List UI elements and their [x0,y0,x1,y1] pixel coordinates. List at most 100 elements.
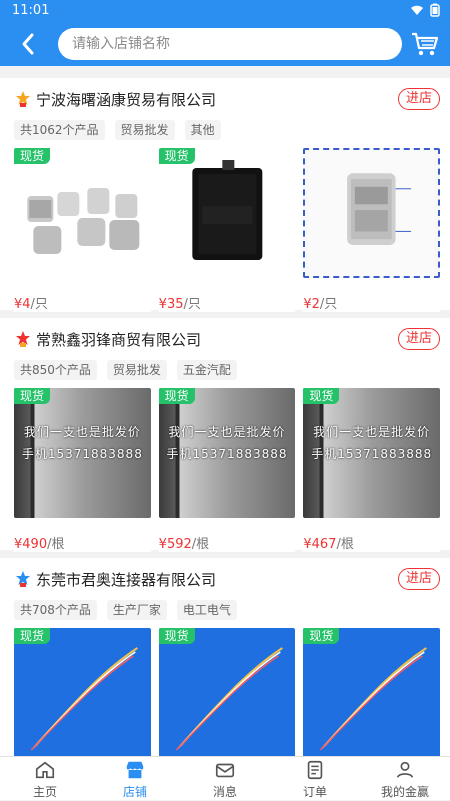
shop-name: 东莞市君奥连接器有限公司 [36,571,217,589]
in-stock-badge: 现货 [303,388,340,404]
status-time: 11:01 [12,3,50,18]
product-card[interactable]: 现货 我们一支也是批发价 手机15371883888 ¥490/根 [14,388,151,552]
product-card[interactable]: 现货 ¥4/只 [14,148,151,312]
shop-card[interactable]: 常熟鑫羽锋商贸有限公司 进店 共850个产品 贸易批发 五金汽配 现货 我们一支… [0,318,450,552]
ad-phone-line: 手机15371883888 [311,447,433,461]
product-price: ¥35/只 [159,293,201,312]
price-unit: /只 [319,297,338,312]
nav-item-messages[interactable]: 消息 [185,757,265,801]
enter-shop-button[interactable]: 进店 [398,88,440,110]
product-card[interactable]: 现货 [303,628,441,756]
nav-label: 订单 [302,785,327,799]
shop-card[interactable]: 宁波海曙涵康贸易有限公司 进店 共1062个产品 贸易批发 其他 现货 ¥4/只… [0,78,450,312]
wire-connector-image [17,628,148,756]
in-stock-badge: 现货 [158,628,195,644]
product-image: 现货 [14,148,151,278]
product-card[interactable]: 现货 [14,628,151,756]
status-bar: 11:01 [0,0,450,22]
wifi-icon [411,5,423,15]
cart-icon[interactable] [410,30,440,58]
order-icon [307,760,323,780]
product-image: 现货 我们一支也是批发价 手机15371883888 [158,388,296,518]
product-row: 现货 ¥4/只 现货 ¥35/只 ¥2/只 [14,148,441,312]
category-tag: 其他 [184,120,221,140]
price-value: ¥467 [303,537,337,552]
search-input[interactable]: 请输入店铺名称 [58,28,402,60]
business-type-tag: 贸易批发 [114,120,175,140]
product-price: ¥490/根 [14,533,64,552]
product-image: 现货 [158,148,296,278]
status-icons [410,3,440,17]
ad-text-line: 我们一支也是批发价 [168,425,286,439]
shop-list: 宁波海曙涵康贸易有限公司 进店 共1062个产品 贸易批发 其他 现货 ¥4/只… [0,66,450,756]
price-unit: /根 [191,537,210,552]
category-tag: 电工电气 [176,600,237,620]
in-stock-badge: 现货 [14,628,51,644]
price-value: ¥592 [158,537,192,552]
in-stock-badge: 现货 [14,388,51,404]
bottom-nav: 主页 店铺 消息 订单 我的金赢 [0,756,450,800]
price-value: ¥35 [158,297,184,312]
product-image: 现货 我们一支也是批发价 手机15371883888 [303,388,441,518]
nav-item-orders[interactable]: 订单 [275,757,355,801]
price-unit: /只 [30,297,48,312]
shop-tags: 共708个产品 生产厂家 电工电气 [14,600,237,620]
product-image: 现货 [158,628,296,756]
product-price: ¥2/只 [303,293,337,312]
enter-shop-button[interactable]: 进店 [398,328,440,350]
product-card[interactable]: 现货 [158,628,296,756]
price-unit: /根 [336,537,354,552]
nav-label: 主页 [32,785,57,799]
shop-tags: 共1062个产品 贸易批发 其他 [14,120,221,140]
in-stock-badge: 现货 [303,628,340,644]
enter-shop-button[interactable]: 进店 [398,568,440,590]
battery-image [162,148,293,278]
price-value: ¥4 [14,297,31,312]
product-count-tag: 共708个产品 [14,600,97,620]
fitting-image [17,148,148,278]
ad-phone-line: 手机15371883888 [166,447,288,461]
product-image: 现货 [14,628,151,756]
shop-card[interactable]: 东莞市君奥连接器有限公司 进店 共708个产品 生产厂家 电工电气 现货 现货 … [0,558,450,756]
nav-item-home[interactable]: 主页 [5,757,85,801]
shop-header: 常熟鑫羽锋商贸有限公司 进店 [10,328,440,352]
ad-phone-line: 手机15371883888 [21,447,143,461]
product-card[interactable]: 现货 我们一支也是批发价 手机15371883888 ¥467/根 [303,388,441,552]
product-card[interactable]: 现货 ¥35/只 [158,148,296,312]
product-row: 现货 我们一支也是批发价 手机15371883888 ¥490/根 现货 我们一… [14,388,441,552]
wire-connector-image [306,628,437,756]
user-icon [396,761,414,778]
pipe-fitting-image [308,150,435,276]
app-bar: 请输入店铺名称 [0,22,450,66]
product-price: ¥592/根 [159,533,209,552]
nav-item-store[interactable]: 店铺 [95,757,175,801]
nav-item-profile[interactable]: 我的金赢 [365,757,445,801]
message-icon [215,763,235,778]
product-count-tag: 共1062个产品 [14,120,105,140]
price-value: ¥490 [14,537,48,552]
ad-text-line: 我们一支也是批发价 [313,425,431,439]
shop-badge-icon [16,571,30,587]
wire-connector-image [162,628,293,756]
business-type-tag: 贸易批发 [106,360,167,380]
shop-header: 宁波海曙涵康贸易有限公司 进店 [10,88,440,112]
nav-label: 消息 [212,785,237,799]
back-icon[interactable] [14,29,44,59]
price-value: ¥2 [303,297,320,312]
product-image [303,148,441,278]
ad-text-line: 我们一支也是批发价 [23,425,141,439]
nav-label: 店铺 [122,785,147,799]
in-stock-badge: 现货 [158,148,195,164]
product-image: 现货 我们一支也是批发价 手机15371883888 [14,388,151,518]
product-card[interactable]: ¥2/只 [303,148,441,312]
product-price: ¥4/只 [14,293,48,312]
shop-name: 宁波海曙涵康贸易有限公司 [36,91,217,109]
shop-badge-icon [16,91,30,107]
shop-header: 东莞市君奥连接器有限公司 进店 [10,568,440,592]
product-image: 现货 [303,628,441,756]
product-price: ¥467/根 [303,533,353,552]
product-card[interactable]: 现货 我们一支也是批发价 手机15371883888 ¥592/根 [158,388,296,552]
shop-badge-icon [16,331,30,347]
category-tag: 五金汽配 [176,360,237,380]
store-icon [126,761,144,779]
